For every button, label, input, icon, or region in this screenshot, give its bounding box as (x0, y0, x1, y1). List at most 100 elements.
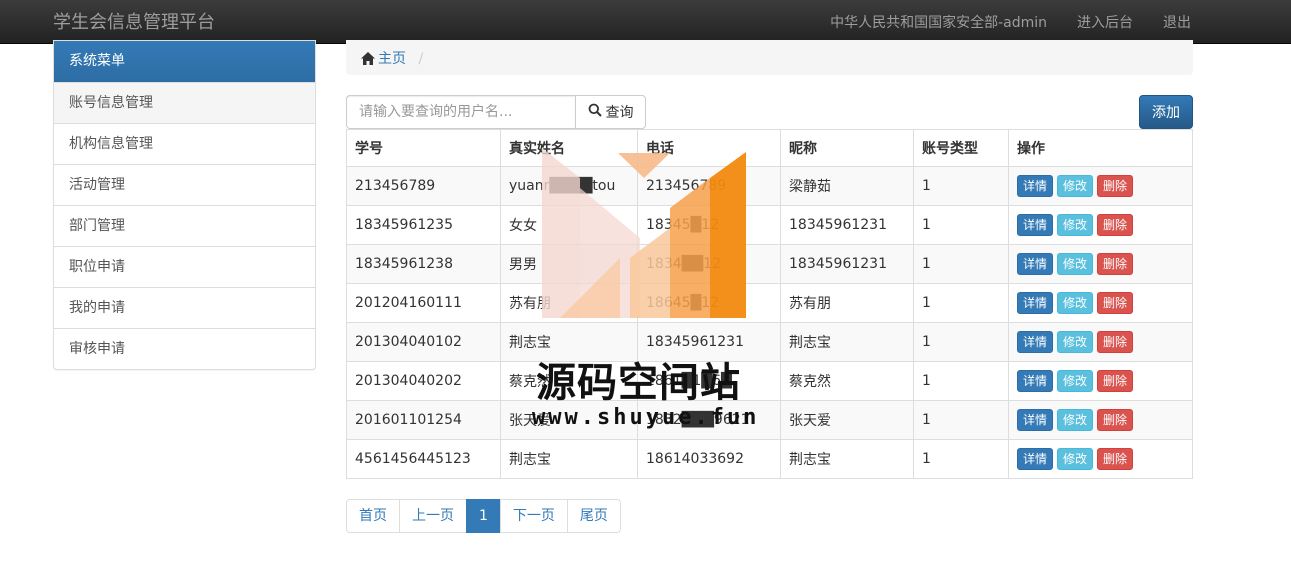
cell-nickname: 18345961231 (780, 205, 914, 245)
watermark-title: 源码空间站 (536, 360, 741, 406)
delete-button[interactable]: 删除 (1097, 331, 1134, 353)
search-input[interactable] (346, 95, 575, 129)
edit-button[interactable]: 修改 (1057, 448, 1094, 470)
detail-button[interactable]: 详情 (1017, 214, 1054, 236)
table-row: 201304040202 蔡克然 1861█1█6█ 蔡克然 1 详情 修改 删除 (346, 361, 1193, 401)
detail-button[interactable]: 详情 (1017, 175, 1054, 197)
cell-phone: 18614033692 (637, 439, 781, 479)
users-table: 学号 真实姓名 电话 昵称 账号类型 操作 213456789 yuanr████… (346, 129, 1193, 479)
sidebar-item-department[interactable]: 部门管理 (54, 205, 315, 246)
cell-real-name: 女女 (500, 205, 638, 245)
cell-phone: 18645█12 (637, 283, 781, 323)
search-group: 查询 (346, 95, 646, 129)
cell-student-id: 201304040102 (346, 322, 501, 362)
cell-account-type: 1 (913, 205, 1009, 245)
edit-button[interactable]: 修改 (1057, 331, 1094, 353)
detail-button[interactable]: 详情 (1017, 448, 1054, 470)
detail-button[interactable]: 详情 (1017, 292, 1054, 314)
header-actions: 操作 (1008, 129, 1193, 167)
table-row: 201304040102 荆志宝 18345961231 荆志宝 1 详情 修改 删除 (346, 322, 1193, 362)
delete-button[interactable]: 删除 (1097, 292, 1134, 314)
cell-student-id: 4561456445123 (346, 439, 501, 479)
delete-button[interactable]: 删除 (1097, 370, 1134, 392)
edit-button[interactable]: 修改 (1057, 409, 1094, 431)
logout-link[interactable]: 退出 (1163, 12, 1191, 32)
cell-student-id: 18345961235 (346, 205, 501, 245)
cell-student-id: 201204160111 (346, 283, 501, 323)
edit-button[interactable]: 修改 (1057, 175, 1094, 197)
delete-button[interactable]: 删除 (1097, 175, 1134, 197)
cell-real-name: 苏有朋 (500, 283, 638, 323)
cell-nickname: 苏有朋 (780, 283, 914, 323)
cell-actions: 详情 修改 删除 (1008, 439, 1193, 479)
sidebar-item-position-apply[interactable]: 职位申请 (54, 246, 315, 287)
search-button[interactable]: 查询 (575, 95, 646, 129)
cell-actions: 详情 修改 删除 (1008, 283, 1193, 323)
cell-account-type: 1 (913, 166, 1009, 206)
table-header-row: 学号 真实姓名 电话 昵称 账号类型 操作 (346, 129, 1193, 167)
cell-account-type: 1 (913, 400, 1009, 440)
edit-button[interactable]: 修改 (1057, 253, 1094, 275)
table-row: 18345961238 男男 1834██12 18345961231 1 详情 修改 删除 (346, 244, 1193, 284)
navbar-right: 中华人民共和国国家安全部-admin 进入后台 退出 (800, 0, 1191, 44)
cell-phone: 18345█12 (637, 205, 781, 245)
search-button-label: 查询 (605, 105, 634, 121)
cell-real-name: yuanr████tou (500, 166, 638, 206)
current-user-link[interactable]: 中华人民共和国国家安全部-admin (830, 12, 1047, 32)
sidebar-item-organization[interactable]: 机构信息管理 (54, 123, 315, 164)
page-first[interactable]: 首页 (346, 499, 400, 533)
breadcrumb-home[interactable]: 主页 (361, 51, 410, 67)
detail-button[interactable]: 详情 (1017, 331, 1054, 353)
cell-account-type: 1 (913, 439, 1009, 479)
page-current[interactable]: 1 (466, 499, 501, 533)
cell-nickname: 荆志宝 (780, 439, 914, 479)
page-prev[interactable]: 上一页 (399, 499, 467, 533)
table-row: 201601101254 张天爱 1832███9621 张天爱 1 详情 修改 删除 (346, 400, 1193, 440)
sidebar-item-account[interactable]: 账号信息管理 (54, 82, 315, 123)
edit-button[interactable]: 修改 (1057, 370, 1094, 392)
cell-actions: 详情 修改 删除 (1008, 205, 1193, 245)
add-button[interactable]: 添加 (1139, 95, 1193, 129)
delete-button[interactable]: 删除 (1097, 409, 1134, 431)
header-real-name: 真实姓名 (500, 129, 638, 167)
sidebar-menu: 系统菜单 账号信息管理 机构信息管理 活动管理 部门管理 职位申请 我的申请 审… (53, 40, 316, 370)
cell-account-type: 1 (913, 283, 1009, 323)
table-row: 4561456445123 荆志宝 18614033692 荆志宝 1 详情 修改 删除 (346, 439, 1193, 479)
table-row: 18345961235 女女 18345█12 18345961231 1 详情 修改 删除 (346, 205, 1193, 245)
header-nickname: 昵称 (780, 129, 914, 167)
detail-button[interactable]: 详情 (1017, 409, 1054, 431)
sidebar-item-activity[interactable]: 活动管理 (54, 164, 315, 205)
cell-account-type: 1 (913, 361, 1009, 401)
cell-phone: 213456789 (637, 166, 781, 206)
edit-button[interactable]: 修改 (1057, 292, 1094, 314)
cell-phone: 1834██12 (637, 244, 781, 284)
breadcrumb-separator: / (418, 51, 424, 67)
table-body: 213456789 yuanr████tou 213456789 梁静茹 1 详情 修改 删除… (346, 166, 1193, 479)
cell-actions: 详情 修改 删除 (1008, 400, 1193, 440)
delete-button[interactable]: 删除 (1097, 253, 1134, 275)
sidebar-item-my-apply[interactable]: 我的申请 (54, 287, 315, 328)
header-student-id: 学号 (346, 129, 501, 167)
top-navbar: 学生会信息管理平台 中华人民共和国国家安全部-admin 进入后台 退出 (0, 0, 1291, 44)
delete-button[interactable]: 删除 (1097, 448, 1134, 470)
cell-student-id: 213456789 (346, 166, 501, 206)
breadcrumb-home-label: 主页 (378, 51, 406, 67)
cell-nickname: 18345961231 (780, 244, 914, 284)
page-next[interactable]: 下一页 (499, 499, 568, 533)
page-last[interactable]: 尾页 (566, 499, 621, 533)
detail-button[interactable]: 详情 (1017, 370, 1054, 392)
cell-student-id: 201601101254 (346, 400, 501, 440)
cell-nickname: 蔡克然 (780, 361, 914, 401)
brand-title[interactable]: 学生会信息管理平台 (53, 8, 215, 34)
cell-nickname: 梁静茹 (780, 166, 914, 206)
delete-button[interactable]: 删除 (1097, 214, 1134, 236)
detail-button[interactable]: 详情 (1017, 253, 1054, 275)
sidebar-item-review[interactable]: 审核申请 (54, 328, 315, 369)
edit-button[interactable]: 修改 (1057, 214, 1094, 236)
table-row: 213456789 yuanr████tou 213456789 梁静茹 1 详情 修改 删除 (346, 166, 1193, 206)
admin-link[interactable]: 进入后台 (1077, 12, 1133, 32)
cell-account-type: 1 (913, 322, 1009, 362)
cell-actions: 详情 修改 删除 (1008, 244, 1193, 284)
header-phone: 电话 (637, 129, 781, 167)
watermark-url: www.shuyue.fun (532, 405, 760, 430)
